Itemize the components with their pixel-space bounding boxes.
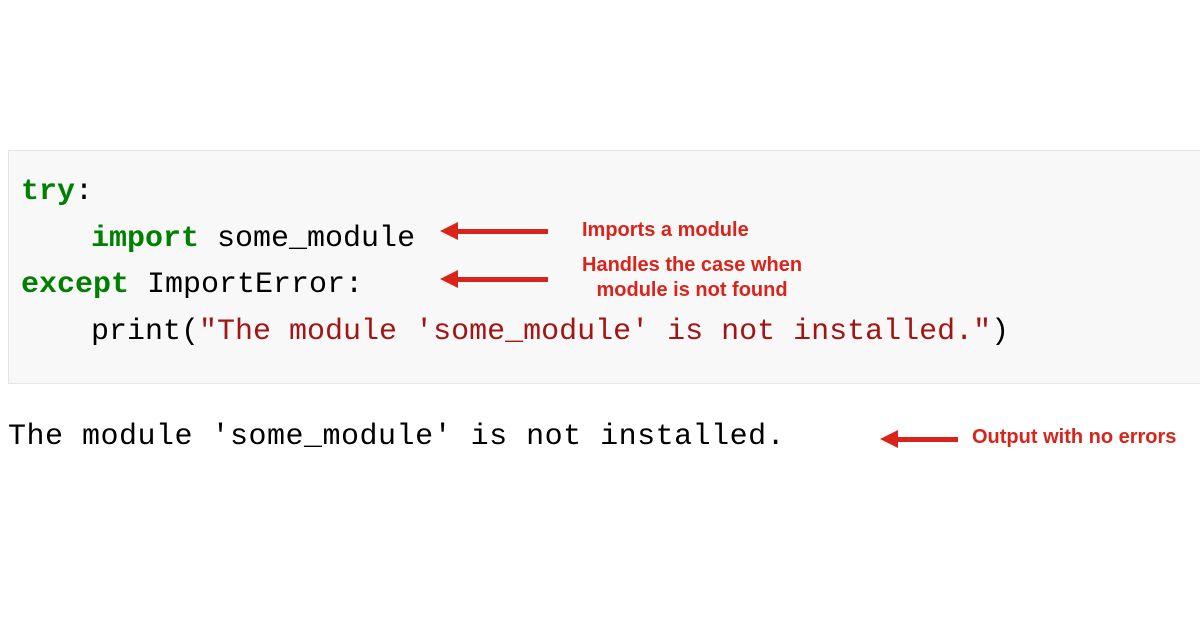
colon: : (345, 268, 363, 302)
error-type: ImportError (129, 268, 345, 302)
keyword-except: except (21, 268, 129, 302)
keyword-import: import (91, 222, 199, 256)
annotation-imports: Imports a module (582, 218, 749, 243)
code-line-1: try: (21, 169, 1188, 216)
arrow-icon (440, 222, 548, 240)
colon: : (75, 175, 93, 209)
arrow-icon (440, 270, 548, 288)
paren-close: ) (991, 315, 1009, 349)
output-text: The module 'some_module' is not installe… (8, 420, 785, 454)
annotation-handles-line2: module is not found (582, 278, 802, 303)
string-literal: "The module 'some_module' is not install… (199, 315, 991, 349)
annotation-handles-line1: Handles the case when (582, 253, 802, 278)
annotation-handles: Handles the case when module is not foun… (582, 253, 802, 303)
code-line-4: print("The module 'some_module' is not i… (21, 309, 1188, 356)
module-name: some_module (199, 222, 415, 256)
keyword-try: try (21, 175, 75, 209)
annotation-output: Output with no errors (972, 425, 1176, 450)
function-print: print (91, 315, 181, 349)
arrow-icon (880, 430, 958, 448)
paren-open: ( (181, 315, 199, 349)
